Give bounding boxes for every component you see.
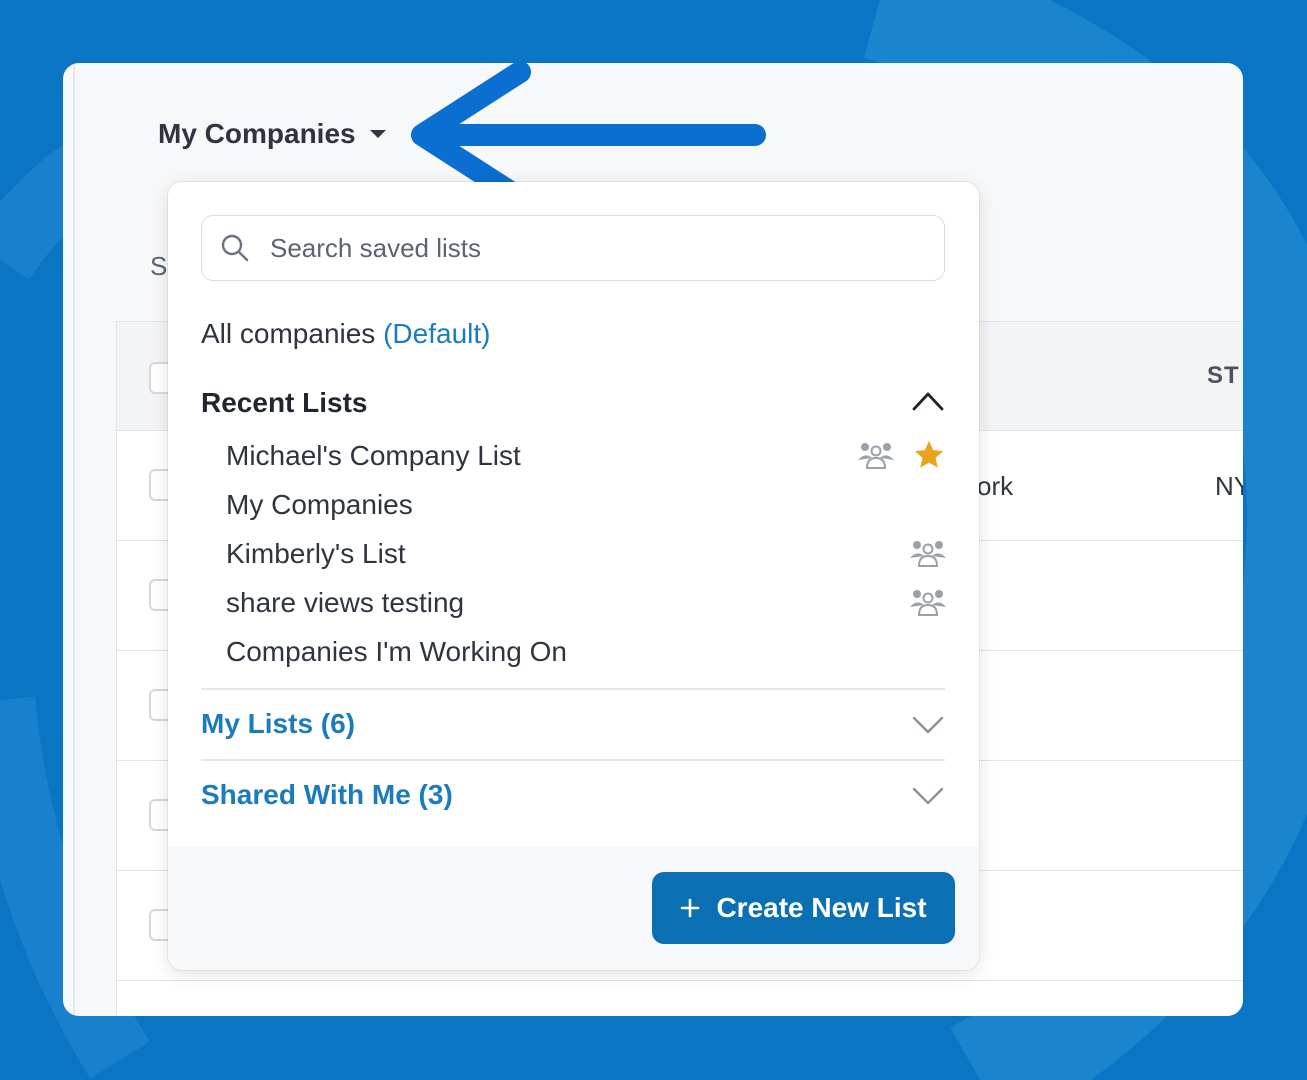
dropdown-footer: Create New List <box>168 847 979 970</box>
shared-users-icon <box>910 590 946 616</box>
default-tag: (Default) <box>383 318 491 349</box>
list-item-label: Michael's Company List <box>226 440 521 471</box>
partial-heading: S <box>150 251 168 281</box>
create-new-list-button[interactable]: Create New List <box>652 872 955 944</box>
list-item-label: Companies I'm Working On <box>226 636 567 667</box>
saved-lists-dropdown: All companies (Default) Recent Lists Mic… <box>168 182 979 970</box>
my-lists-section[interactable]: My Lists (6) <box>201 708 945 748</box>
list-item-label: Kimberly's List <box>226 538 406 569</box>
search-input[interactable] <box>268 231 944 265</box>
chevron-down-icon[interactable] <box>911 785 945 807</box>
star-icon[interactable] <box>912 438 946 472</box>
shared-with-me-section[interactable]: Shared With Me (3) <box>201 779 945 819</box>
chevron-down-icon[interactable] <box>911 714 945 736</box>
plus-icon <box>681 898 700 918</box>
search-icon <box>221 234 249 262</box>
all-companies-option[interactable]: All companies (Default) <box>201 318 490 350</box>
shared-with-me-label: Shared With Me (3) <box>201 779 453 810</box>
recent-lists-title: Recent Lists <box>201 387 368 418</box>
recent-list-item[interactable]: Companies I'm Working On <box>226 636 945 685</box>
search-box[interactable] <box>201 215 945 281</box>
shared-users-icon <box>858 443 894 469</box>
city-cell: ork <box>977 471 1014 501</box>
recent-list-item[interactable]: Michael's Company List <box>226 440 945 489</box>
recent-lists-header[interactable]: Recent Lists <box>201 387 945 423</box>
column-header-state[interactable]: ST <box>1207 362 1240 390</box>
list-selector-label: My Companies <box>158 118 356 149</box>
all-companies-label: All companies <box>201 318 376 349</box>
recent-list-item[interactable]: My Companies <box>226 489 945 538</box>
chevron-up-icon[interactable] <box>911 389 945 413</box>
left-rail <box>73 63 75 1016</box>
list-selector-dropdown[interactable]: My Companies <box>158 118 386 150</box>
recent-list-item[interactable]: share views testing <box>226 587 946 636</box>
state-cell: NY <box>1215 471 1243 501</box>
divider <box>201 759 945 761</box>
caret-down-icon <box>369 130 386 138</box>
list-item-label: share views testing <box>226 587 465 618</box>
shared-users-icon <box>910 541 946 567</box>
recent-list-item[interactable]: Kimberly's List <box>226 538 946 587</box>
divider <box>201 688 945 690</box>
my-lists-label: My Lists (6) <box>201 708 356 739</box>
list-item-label: My Companies <box>226 489 413 520</box>
create-new-list-label: Create New List <box>716 892 927 923</box>
recent-lists: Michael's Company List My Companies Kimb… <box>226 440 946 685</box>
